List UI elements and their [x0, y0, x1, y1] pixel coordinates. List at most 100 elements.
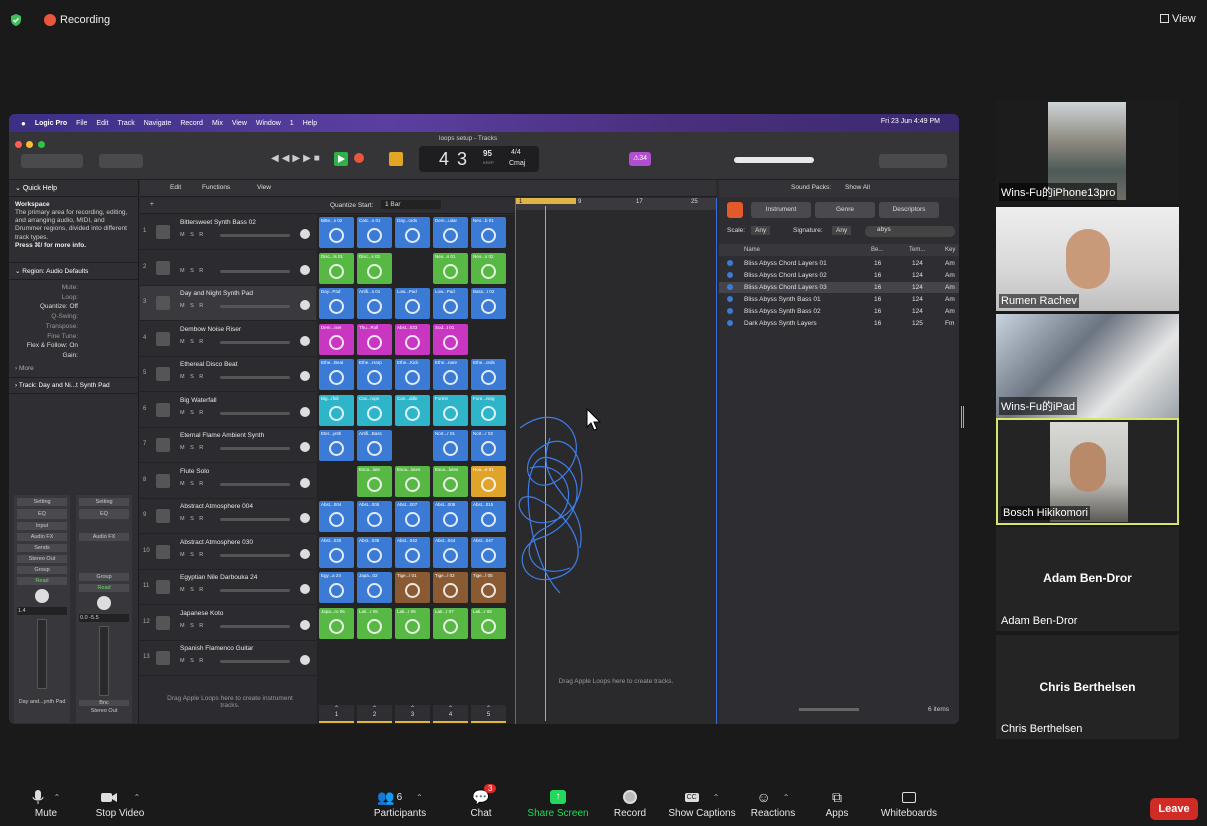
- param-gain[interactable]: Gain:: [15, 351, 78, 361]
- track-pan-knob[interactable]: [300, 264, 310, 275]
- scene-trigger[interactable]: ⌃ 2: [357, 705, 392, 723]
- cycle-region[interactable]: [516, 198, 576, 204]
- strip-audio-fx[interactable]: Audio FX: [79, 533, 129, 541]
- mute-button[interactable]: ⌃ Mute: [26, 786, 66, 819]
- track-pan-knob[interactable]: [300, 655, 310, 665]
- loop-cell[interactable]: Artifi...Bass: [357, 430, 392, 461]
- loop-cell[interactable]: Ethe...Kick: [395, 359, 430, 390]
- track-name[interactable]: Big Waterfall: [180, 397, 217, 404]
- chevron-up-icon[interactable]: ⌃: [134, 793, 141, 802]
- strip-output[interactable]: Stereo Out: [17, 555, 67, 563]
- loop-cell[interactable]: Dem...uitar: [433, 217, 468, 248]
- track-name[interactable]: Bittersweet Synth Bass 02: [180, 219, 256, 226]
- reactions-button[interactable]: ☺ ⌃ Reactions: [748, 786, 798, 819]
- track-name[interactable]: Abstract Atmosphere 004: [180, 503, 253, 510]
- chevron-up-icon[interactable]: ⌃: [416, 793, 423, 802]
- loop-cell[interactable]: Esca...lutes: [433, 465, 468, 497]
- track-volume-fader[interactable]: [220, 340, 290, 344]
- track-volume-fader[interactable]: [220, 624, 290, 628]
- scene-trigger[interactable]: ⌃ 5: [471, 705, 506, 723]
- strip-audio-fx[interactable]: Audio FX: [17, 533, 67, 541]
- pan-knob[interactable]: [35, 589, 49, 603]
- cycle-button[interactable]: [389, 152, 403, 166]
- loop-cell[interactable]: Tige...l 02: [433, 572, 468, 603]
- track-pan-knob[interactable]: [300, 406, 310, 417]
- strip-setting[interactable]: Setting: [17, 498, 67, 506]
- loop-cell[interactable]: Abst...005: [357, 501, 392, 532]
- loops-icon[interactable]: [727, 202, 743, 218]
- track-header[interactable]: 4 Dembow Noise Riser M S R: [140, 322, 316, 357]
- loop-cell[interactable]: Catc...s 01: [357, 217, 392, 248]
- menu-item[interactable]: Edit: [96, 120, 108, 127]
- track-header[interactable]: 9 Abstract Atmosphere 004 M S R: [140, 499, 316, 534]
- loop-search-input[interactable]: abys: [865, 226, 955, 237]
- quick-help-header[interactable]: ⌄ Quick Help: [9, 180, 138, 197]
- loop-cell[interactable]: Cav...rops: [357, 394, 392, 426]
- track-name[interactable]: Abstract Atmosphere 030: [180, 539, 253, 546]
- tab-instrument[interactable]: Instrument: [751, 202, 811, 218]
- whiteboards-button[interactable]: Whiteboards: [878, 786, 940, 819]
- track-header[interactable]: 5 Ethereal Disco Beat M S R: [140, 357, 316, 392]
- track-pan-knob[interactable]: [300, 477, 310, 488]
- leave-button[interactable]: Leave: [1150, 798, 1198, 820]
- loop-cell[interactable]: Ethe...nare: [433, 359, 468, 390]
- bounce-button[interactable]: Bnc: [79, 700, 129, 706]
- menu-item[interactable]: File: [76, 120, 87, 127]
- col-key[interactable]: Key: [945, 247, 955, 253]
- scene-trigger[interactable]: ⌃ 1: [319, 705, 354, 723]
- close-window-icon[interactable]: [15, 141, 22, 148]
- menu-item[interactable]: Record: [180, 120, 203, 127]
- track-header[interactable]: › Track: Day and Ni...t Synth Pad: [9, 376, 138, 394]
- tab-descriptors[interactable]: Descriptors: [879, 202, 939, 218]
- param-loop[interactable]: Loop:: [15, 293, 78, 303]
- apple-icon[interactable]: ●: [21, 119, 26, 128]
- track-name[interactable]: Dembow Noise Riser: [180, 326, 241, 333]
- loop-row[interactable]: Bliss Abyss Synth Bass 01 16 124 Am: [719, 294, 959, 305]
- scene-trigger[interactable]: ⌃ 4: [433, 705, 468, 723]
- participant-tile[interactable]: Rumen Rachev: [996, 207, 1179, 311]
- loop-cell[interactable]: Japa...02: [357, 572, 392, 603]
- show-captions-button[interactable]: CC ⌃ Show Captions: [666, 786, 738, 819]
- loop-cell[interactable]: Disc...ls 01: [319, 252, 354, 284]
- track-volume-fader[interactable]: [220, 305, 290, 308]
- functions-menu[interactable]: Functions: [202, 184, 230, 191]
- loop-cell[interactable]: Eter...ynth: [319, 430, 354, 461]
- share-screen-button[interactable]: ↑ Share Screen: [526, 786, 590, 819]
- loop-cell[interactable]: Low...Pad: [395, 288, 430, 319]
- loop-cell[interactable]: Tige...l 01: [395, 572, 430, 603]
- track-mute-solo[interactable]: M S R: [180, 374, 205, 380]
- loop-cell[interactable]: Bass...t 03: [471, 288, 506, 319]
- menu-item[interactable]: View: [232, 120, 247, 127]
- track-volume-fader[interactable]: [220, 553, 290, 557]
- participant-tile[interactable]: Adam Ben-Dror Adam Ben-Dror: [996, 527, 1179, 631]
- track-mute-solo[interactable]: M S R: [180, 303, 205, 309]
- loop-cell[interactable]: Artifi...s 01: [357, 288, 392, 319]
- track-name[interactable]: Egyptian Nile Darbouka 24: [180, 574, 257, 581]
- rewind-icon[interactable]: ◀◀: [271, 153, 292, 164]
- strip-input[interactable]: Input: [17, 522, 67, 530]
- loop-cell[interactable]: Abst...007: [395, 501, 430, 532]
- col-beats[interactable]: Be...: [871, 247, 883, 253]
- track-header[interactable]: 13 Spanish Flamenco Guitar M S R: [140, 641, 316, 676]
- scene-trigger[interactable]: ⌃ 3: [395, 705, 430, 723]
- region-header[interactable]: ⌄ Region: Audio Defaults: [9, 261, 138, 280]
- track-header[interactable]: 6 Big Waterfall M S R: [140, 393, 316, 428]
- right-panel-buttons[interactable]: [879, 154, 947, 168]
- quantize-start-select[interactable]: 1 Bar: [381, 200, 441, 209]
- loop-cell[interactable]: Dem...iser: [319, 323, 354, 355]
- track-header[interactable]: 1 Bittersweet Synth Bass 02 M S R: [140, 215, 316, 250]
- track-mute-solo[interactable]: M S R: [180, 445, 205, 451]
- track-pan-knob[interactable]: [300, 442, 310, 452]
- participant-tile[interactable]: Chris Berthelsen Chris Berthelsen: [996, 635, 1179, 739]
- loop-cell[interactable]: Lati...r 05: [357, 607, 392, 639]
- edit-menu[interactable]: Edit: [170, 184, 181, 191]
- view-menu[interactable]: View: [257, 184, 271, 191]
- track-header[interactable]: 12 Japanese Koto M S R: [140, 606, 316, 641]
- volume-fader[interactable]: [37, 619, 47, 689]
- chevron-up-icon[interactable]: ⌃: [54, 793, 61, 802]
- loop-cell[interactable]: Neo...b 01: [471, 217, 506, 248]
- signature-select[interactable]: Any: [832, 226, 852, 235]
- track-mute-solo[interactable]: M S R: [180, 339, 205, 345]
- play-button[interactable]: [334, 152, 348, 166]
- cpu-badge[interactable]: ⚠34: [629, 152, 652, 166]
